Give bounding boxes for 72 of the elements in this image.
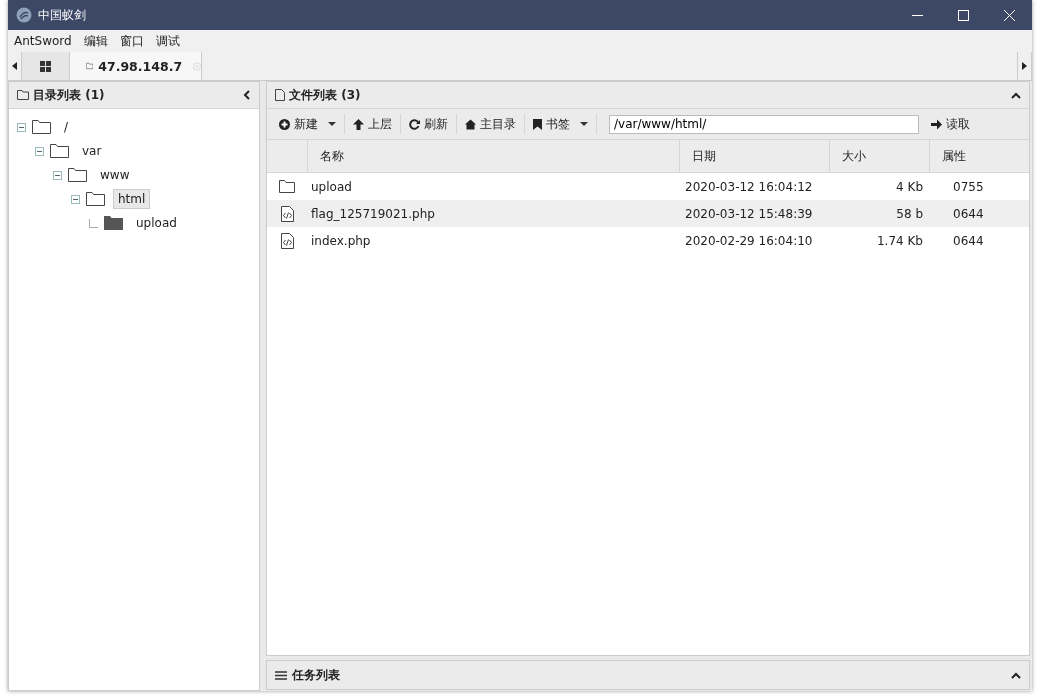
collapse-toggle-icon[interactable] <box>71 194 80 204</box>
bookmark-icon <box>533 118 542 130</box>
folder-icon <box>17 90 29 100</box>
menu-item[interactable]: 窗口 <box>119 32 144 50</box>
expand-icon[interactable] <box>1011 671 1021 679</box>
panel-title: 文件列表 (3) <box>289 86 361 104</box>
column-header[interactable]: 日期 <box>679 140 829 172</box>
file-icon <box>275 89 285 101</box>
app-logo-icon <box>16 7 32 23</box>
permission-cell-text: 0755 <box>952 179 985 194</box>
size-cell-text: 4 Kb <box>895 179 924 194</box>
folder-icon <box>68 168 87 182</box>
toolbar-button[interactable]: 书签 <box>525 112 596 136</box>
right-triangle-icon <box>1022 62 1027 70</box>
toolbar-button[interactable]: 新建 <box>271 112 344 136</box>
collapse-icon[interactable] <box>243 90 251 100</box>
home-icon <box>465 118 476 130</box>
tree-item[interactable]: var <box>77 141 107 161</box>
up-arrow-icon <box>353 118 364 130</box>
tree-item[interactable]: html <box>113 189 151 209</box>
tree-item[interactable]: upload <box>131 213 182 233</box>
file-name-cell-text: upload <box>310 179 353 194</box>
folder-icon <box>86 61 94 71</box>
right-arrow-icon <box>931 118 942 130</box>
window-title: 中国蚁剑 <box>38 6 86 24</box>
file-name-cell-text: index.php <box>310 233 372 248</box>
file-row[interactable]: upload 2020-03-12 16:04:12 4 Kb 0755 <box>267 173 1029 200</box>
file-row[interactable]: index.php 2020-02-29 16:04:10 1.74 Kb 0644 <box>267 227 1029 254</box>
folder-icon <box>32 120 51 134</box>
size-cell-text: 58 b <box>895 206 924 221</box>
folder-icon <box>86 192 105 206</box>
tree-item[interactable]: www <box>95 165 135 185</box>
menu-item[interactable]: 编辑 <box>83 32 108 50</box>
permission-cell-text: 0644 <box>952 233 985 248</box>
panel-title: 目录列表 (1) <box>33 86 105 104</box>
left-triangle-icon <box>12 62 17 70</box>
permission-cell-text: 0644 <box>952 206 985 221</box>
toolbar-button[interactable]: 上层 <box>345 112 400 136</box>
folder-icon <box>279 180 295 193</box>
refresh-icon <box>409 118 420 130</box>
list-icon <box>275 670 287 680</box>
code-file-icon <box>280 205 294 222</box>
maximize-icon <box>957 9 969 21</box>
path-input-field[interactable]: /var/www/html/ <box>609 114 919 134</box>
collapse-toggle-icon[interactable] <box>17 122 26 132</box>
menu-item[interactable]: 调试 <box>155 32 180 50</box>
date-cell-text: 2020-03-12 15:48:39 <box>684 206 814 221</box>
folder-icon <box>50 144 69 158</box>
date-cell-text: 2020-03-12 16:04:12 <box>684 179 814 194</box>
plus-circle-icon <box>279 118 290 130</box>
close-icon <box>1003 9 1015 21</box>
grid-tab[interactable] <box>22 52 70 80</box>
toolbar-button[interactable]: 刷新 <box>401 112 456 136</box>
read-button[interactable]: 读取 <box>923 112 978 136</box>
collapse-toggle-icon[interactable] <box>35 146 44 156</box>
panel-title: 任务列表 <box>292 666 340 684</box>
toolbar-button[interactable]: 主目录 <box>457 112 524 136</box>
date-cell-text: 2020-02-29 16:04:10 <box>684 233 814 248</box>
size-cell-text: 1.74 Kb <box>875 233 924 248</box>
column-header[interactable]: 名称 <box>307 140 679 172</box>
tree-item[interactable]: / <box>59 117 74 137</box>
grid-icon <box>40 60 51 72</box>
collapse-icon[interactable] <box>1011 91 1021 99</box>
file-name-cell-text: flag_125719021.php <box>310 206 436 221</box>
menu-item[interactable]: AntSword <box>14 34 72 48</box>
column-header[interactable]: 属性 <box>929 140 1029 172</box>
column-header[interactable]: 大小 <box>829 140 929 172</box>
collapse-toggle-icon[interactable] <box>53 170 62 180</box>
code-file-icon <box>280 232 294 249</box>
folder-icon <box>104 216 123 230</box>
file-row[interactable]: flag_125719021.php 2020-03-12 15:48:39 58 b 0644 <box>267 200 1029 227</box>
connection-tab[interactable]: 47.98.148.7 <box>70 52 202 80</box>
